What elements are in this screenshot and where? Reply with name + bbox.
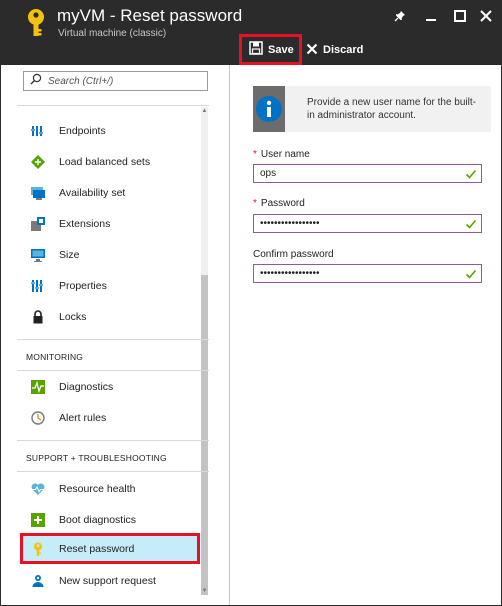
menu-item-label: Size [59, 248, 80, 261]
menu-item-alert-rules[interactable]: Alert rules [23, 402, 199, 433]
extensions-icon [31, 216, 45, 231]
menu-item-label: Endpoints [59, 124, 106, 137]
key-icon [25, 8, 47, 38]
info-banner: Provide a new user name for the built-in… [253, 86, 491, 132]
username-input[interactable] [260, 168, 460, 179]
username-field[interactable] [253, 164, 482, 183]
availability-set-icon [31, 186, 45, 200]
menu-item-label: Boot diagnostics [59, 513, 137, 526]
maximize-icon[interactable] [451, 7, 469, 25]
menu-item-label: Load balanced sets [59, 155, 151, 168]
search-input[interactable]: Search (Ctrl+/) [23, 71, 208, 91]
check-icon [465, 268, 477, 280]
search-divider [17, 105, 209, 106]
resource-menu: Search (Ctrl+/) ▲ ▼ Endpoints Load balan… [1, 65, 230, 605]
menu-item-label: Availability set [59, 186, 126, 199]
scroll-up-arrow[interactable]: ▲ [201, 107, 208, 115]
properties-icon [31, 279, 45, 293]
required-asterisk: * [253, 198, 257, 209]
menu-item-size[interactable]: Size [23, 239, 199, 270]
discard-button[interactable]: Discard [306, 39, 363, 61]
password-input[interactable] [260, 218, 460, 229]
blade-subtitle: Virtual machine (classic) [58, 28, 167, 39]
menu-item-label: Reset password [59, 542, 135, 555]
confirm-password-label: Confirm password [253, 249, 334, 260]
section-divider [17, 471, 209, 472]
password-label: * Password [253, 198, 305, 209]
blade-window: myVM - Reset password Virtual machine (c… [0, 0, 502, 606]
menu-item-label: Diagnostics [59, 380, 114, 393]
menu-item-label: Properties [59, 279, 107, 292]
save-button[interactable]: Save [239, 34, 302, 65]
confirm-password-field[interactable] [253, 264, 482, 283]
section-heading-monitoring: MONITORING [26, 352, 84, 362]
check-icon [465, 168, 477, 180]
endpoints-icon [31, 124, 45, 138]
alert-rules-icon [31, 410, 45, 425]
password-label-text: Password [260, 198, 305, 209]
menu-item-locks[interactable]: Locks [23, 301, 199, 332]
minimize-icon[interactable] [422, 7, 440, 25]
info-icon [253, 86, 285, 132]
load-balancer-icon [31, 154, 45, 169]
heart-icon [31, 482, 45, 496]
menu-item-availability-set[interactable]: Availability set [23, 177, 199, 208]
section-divider [17, 440, 209, 441]
size-icon [31, 248, 45, 262]
lock-icon [31, 309, 45, 324]
menu-item-label: Resource health [59, 482, 136, 495]
menu-item-endpoints[interactable]: Endpoints [23, 115, 199, 146]
menu-item-label: New support request [59, 574, 156, 587]
save-button-label: Save [268, 43, 294, 56]
blade-title: myVM - Reset password [57, 6, 243, 25]
blade-header: myVM - Reset password Virtual machine (c… [1, 1, 501, 65]
menu-item-label: Alert rules [59, 411, 107, 424]
search-icon [30, 72, 42, 90]
menu-item-diagnostics[interactable]: Diagnostics [23, 371, 199, 402]
discard-button-label: Discard [323, 44, 364, 56]
menu-scrollbar-thumb[interactable] [201, 275, 208, 595]
username-label-text: User name [260, 149, 310, 160]
pin-icon[interactable] [391, 7, 409, 25]
menu-item-extensions[interactable]: Extensions [23, 208, 199, 239]
diagnostics-icon [31, 379, 45, 394]
check-icon [465, 218, 477, 230]
support-icon [31, 574, 45, 588]
confirm-password-input[interactable] [260, 268, 460, 279]
discard-icon [306, 43, 318, 58]
menu-item-properties[interactable]: Properties [23, 270, 199, 301]
username-label: * User name [253, 149, 310, 160]
section-heading-support: SUPPORT + TROUBLESHOOTING [26, 453, 167, 463]
menu-item-load-balanced-sets[interactable]: Load balanced sets [23, 146, 199, 177]
key-icon [31, 542, 45, 556]
boot-diagnostics-icon [31, 512, 45, 527]
section-divider [17, 339, 209, 340]
password-field[interactable] [253, 214, 482, 233]
menu-item-reset-password[interactable]: Reset password [20, 533, 200, 564]
save-icon [249, 41, 263, 58]
search-placeholder: Search (Ctrl+/) [48, 75, 114, 87]
menu-item-label: Extensions [59, 217, 111, 230]
scroll-down-arrow[interactable]: ▼ [201, 587, 208, 595]
menu-item-label: Locks [59, 310, 87, 323]
menu-item-new-support-request[interactable]: New support request [23, 565, 199, 596]
menu-item-resource-health[interactable]: Resource health [23, 473, 199, 504]
menu-item-boot-diagnostics[interactable]: Boot diagnostics [23, 504, 199, 535]
required-asterisk: * [253, 149, 257, 160]
info-text: Provide a new user name for the built-in… [307, 97, 476, 121]
close-icon[interactable] [477, 7, 495, 25]
reset-password-form: Provide a new user name for the built-in… [231, 65, 501, 605]
